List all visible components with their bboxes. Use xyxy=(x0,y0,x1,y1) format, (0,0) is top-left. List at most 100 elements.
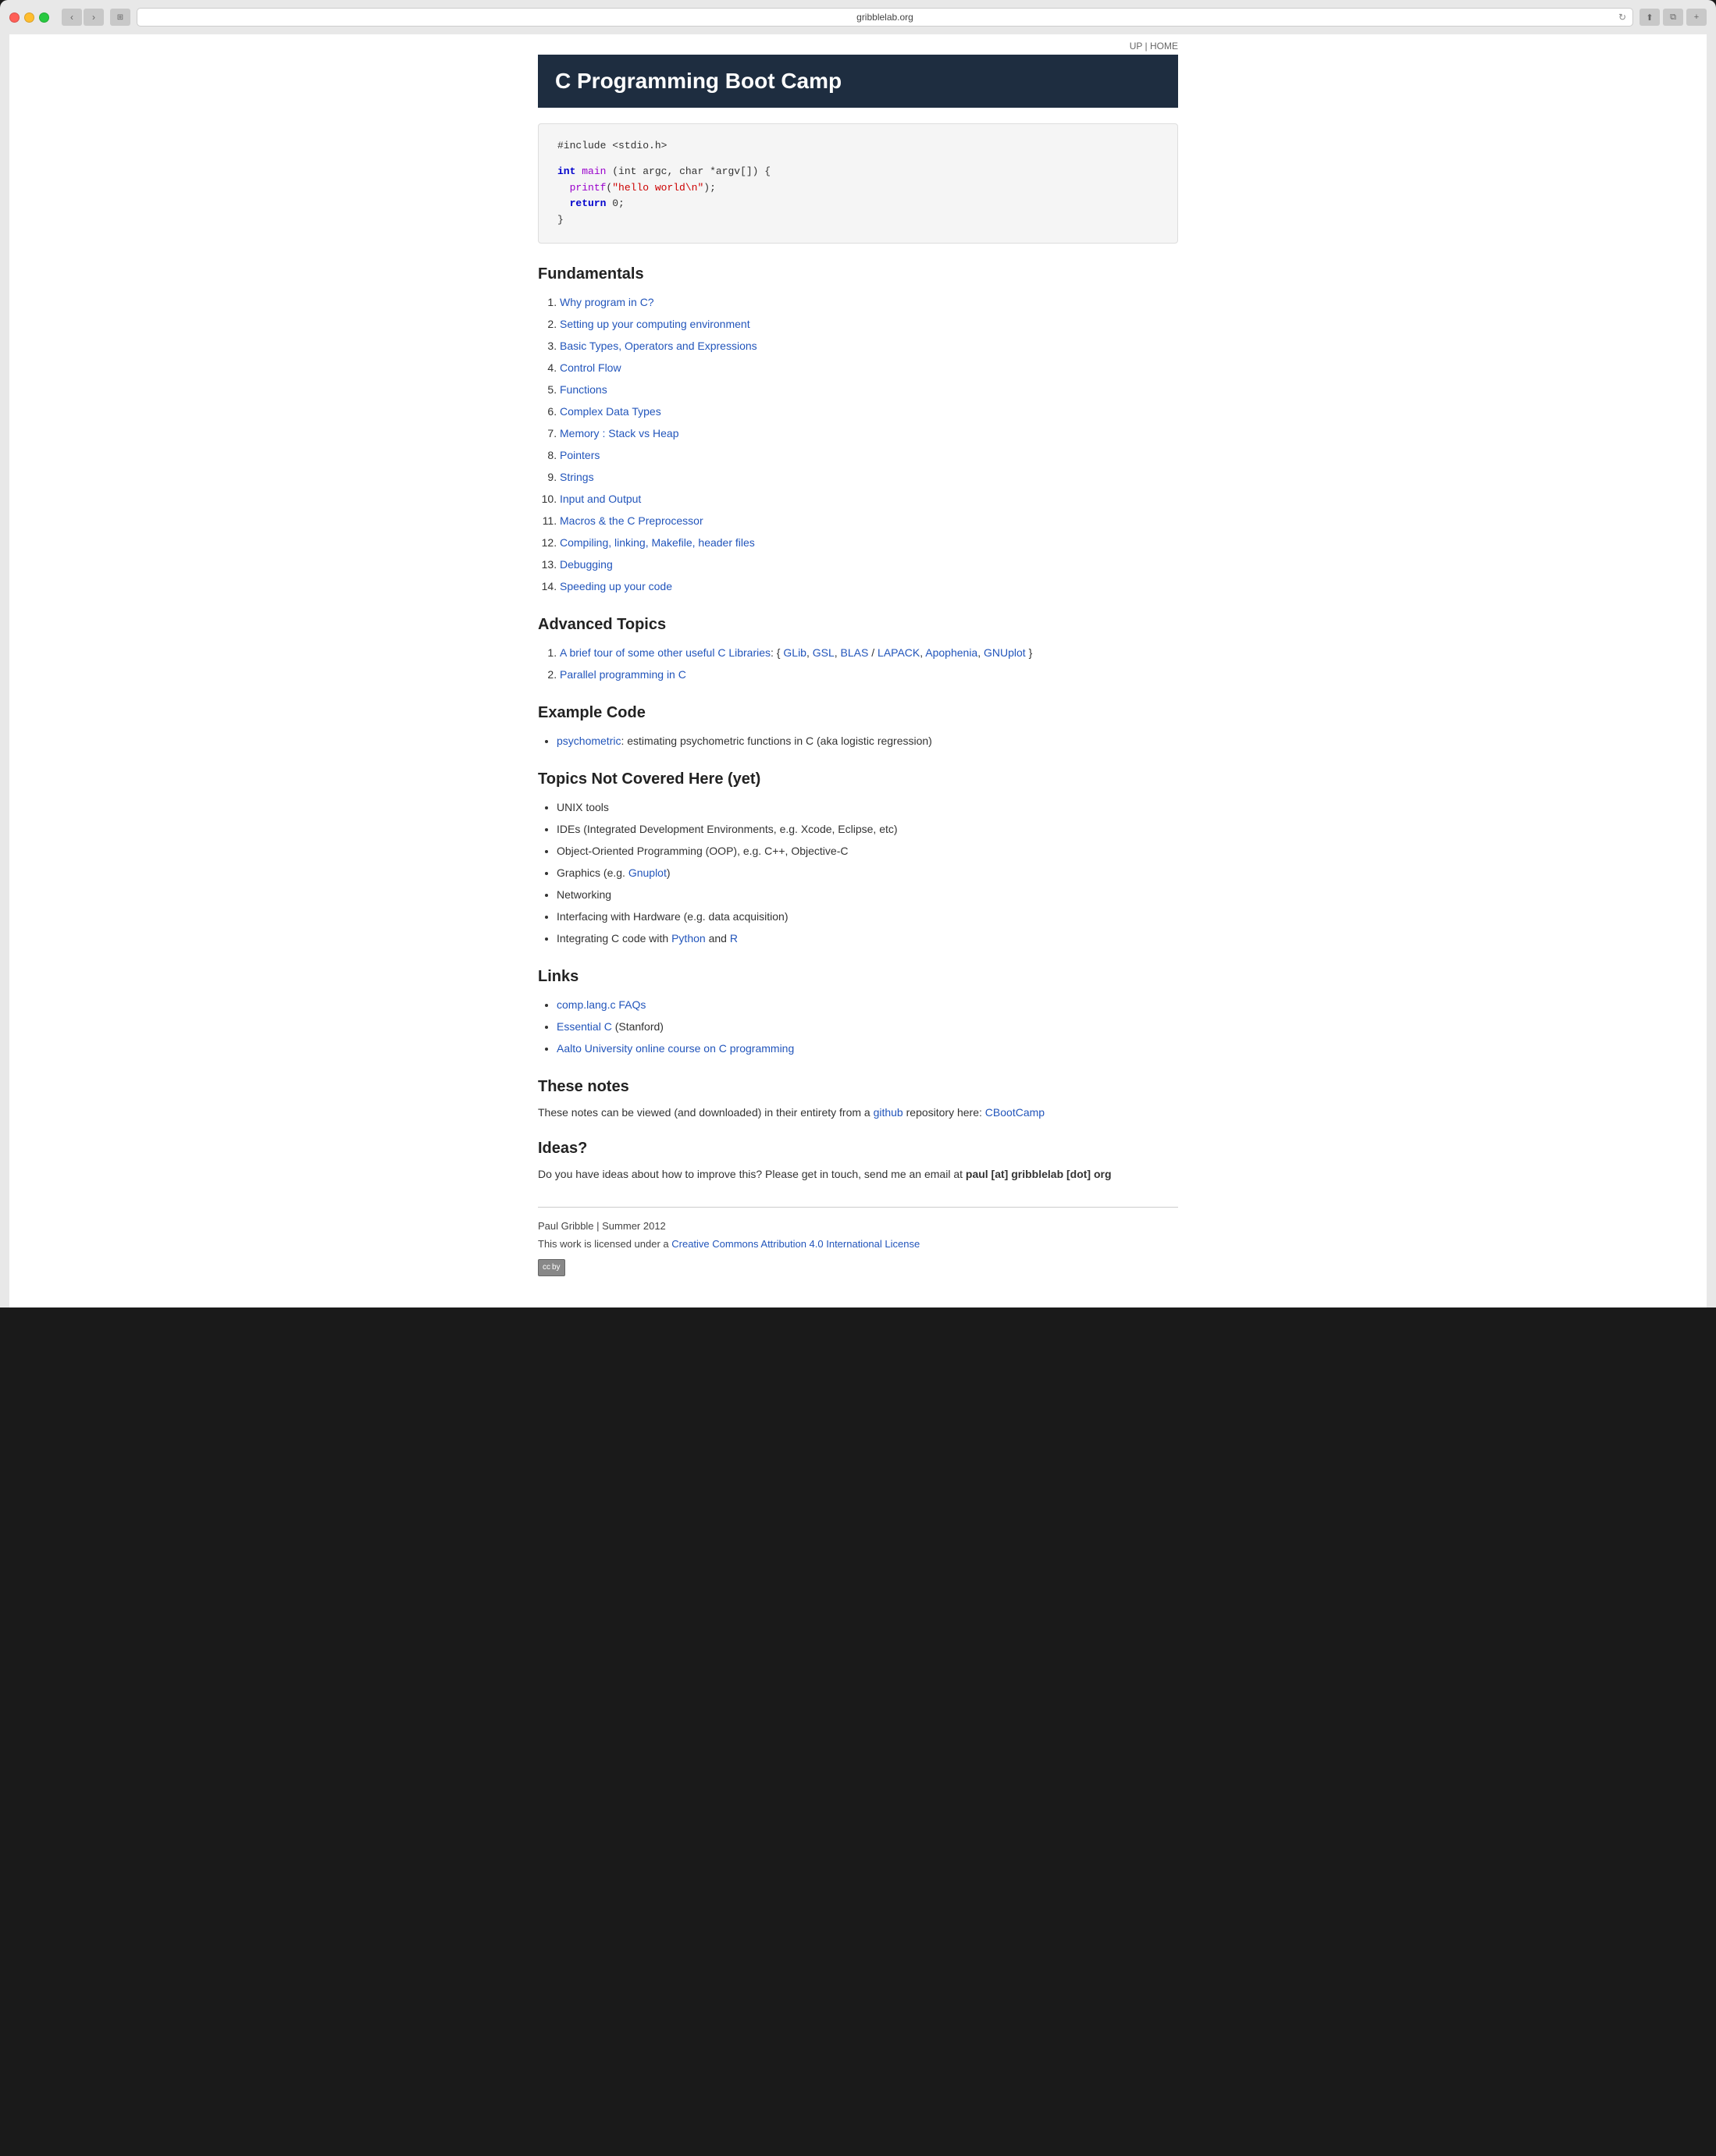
email-bold: paul [at] gribblelab [dot] org xyxy=(966,1168,1112,1180)
fundamentals-link-1[interactable]: Why program in C? xyxy=(560,296,654,308)
footer-divider xyxy=(538,1207,1178,1208)
fundamentals-link-8[interactable]: Pointers xyxy=(560,449,600,461)
fundamentals-link-7[interactable]: Memory : Stack vs Heap xyxy=(560,427,679,439)
these-notes-text: These notes can be viewed (and downloade… xyxy=(538,1104,1178,1121)
list-item: Object-Oriented Programming (OOP), e.g. … xyxy=(557,840,1178,862)
list-item: Strings xyxy=(560,466,1178,488)
list-item: Debugging xyxy=(560,553,1178,575)
author-date: Paul Gribble | Summer 2012 xyxy=(538,1217,1178,1235)
fundamentals-link-4[interactable]: Control Flow xyxy=(560,361,621,374)
list-item: Aalto University online course on C prog… xyxy=(557,1037,1178,1059)
apophenia-link[interactable]: Apophenia xyxy=(925,646,977,659)
browser-content: UP | HOME C Programming Boot Camp #inclu… xyxy=(9,34,1707,1307)
blas-link[interactable]: BLAS xyxy=(841,646,869,659)
list-item: Basic Types, Operators and Expressions xyxy=(560,335,1178,357)
include-statement: #include <stdio.h> xyxy=(557,140,667,151)
license-line: This work is licensed under a Creative C… xyxy=(538,1235,1178,1253)
nav-buttons: ‹ › xyxy=(62,9,104,26)
code-line-4: return 0; xyxy=(557,196,1159,212)
gnuplot-link-1[interactable]: GNUplot xyxy=(984,646,1026,659)
not-covered-list: UNIX tools IDEs (Integrated Development … xyxy=(557,796,1178,949)
traffic-lights xyxy=(9,12,49,23)
fundamentals-link-11[interactable]: Macros & the C Preprocessor xyxy=(560,514,703,527)
cc-badge: cc by xyxy=(538,1259,565,1276)
list-item: Memory : Stack vs Heap xyxy=(560,422,1178,444)
code-printf-func: printf xyxy=(570,182,607,194)
footer: Paul Gribble | Summer 2012 This work is … xyxy=(538,1217,1178,1276)
fundamentals-link-2[interactable]: Setting up your computing environment xyxy=(560,318,750,330)
ideas-text: Do you have ideas about how to improve t… xyxy=(538,1165,1178,1183)
new-tab-button[interactable]: ⧉ xyxy=(1663,9,1683,26)
maximize-button[interactable] xyxy=(39,12,49,23)
fundamentals-link-5[interactable]: Functions xyxy=(560,383,607,396)
cc-label: cc xyxy=(543,1261,550,1275)
code-main-func: main xyxy=(582,165,606,177)
top-nav: UP | HOME xyxy=(538,34,1178,55)
code-line-2: int main (int argc, char *argv[]) { xyxy=(557,164,1159,180)
list-item: Compiling, linking, Makefile, header fil… xyxy=(560,532,1178,553)
list-item: comp.lang.c FAQs xyxy=(557,994,1178,1016)
list-item: Control Flow xyxy=(560,357,1178,379)
sidebar-button[interactable]: ⊞ xyxy=(110,9,130,26)
forward-button[interactable]: › xyxy=(84,9,104,26)
complangc-link[interactable]: comp.lang.c FAQs xyxy=(557,998,646,1011)
essentialc-link[interactable]: Essential C xyxy=(557,1020,612,1033)
not-covered-heading: Topics Not Covered Here (yet) xyxy=(538,770,1178,788)
glib-link[interactable]: GLib xyxy=(783,646,806,659)
nav-home-link[interactable]: HOME xyxy=(1150,41,1178,52)
links-list: comp.lang.c FAQs Essential C (Stanford) … xyxy=(557,994,1178,1059)
code-main-args: (int argc, char *argv[]) { xyxy=(612,165,771,177)
list-item: Networking xyxy=(557,884,1178,905)
page-title: C Programming Boot Camp xyxy=(555,69,1161,94)
url-display: gribblelab.org xyxy=(856,12,913,23)
gsl-link[interactable]: GSL xyxy=(813,646,835,659)
code-return-keyword: return xyxy=(570,197,607,209)
example-code-list: psychometric: estimating psychometric fu… xyxy=(557,730,1178,752)
fundamentals-link-10[interactable]: Input and Output xyxy=(560,493,641,505)
address-bar[interactable]: gribblelab.org ↻ xyxy=(137,8,1633,27)
fundamentals-link-9[interactable]: Strings xyxy=(560,471,594,483)
advanced-link-2[interactable]: Parallel programming in C xyxy=(560,668,686,681)
list-item: Integrating C code with Python and R xyxy=(557,927,1178,949)
advanced-list: A brief tour of some other useful C Libr… xyxy=(560,642,1178,685)
github-link[interactable]: github xyxy=(874,1106,903,1119)
browser-toolbar: ‹ › ⊞ gribblelab.org ↻ ⬆ ⧉ + xyxy=(9,8,1707,34)
these-notes-heading: These notes xyxy=(538,1078,1178,1096)
code-line-1: #include <stdio.h> xyxy=(557,138,1159,155)
list-item: Essential C (Stanford) xyxy=(557,1016,1178,1037)
reload-button[interactable]: ↻ xyxy=(1615,12,1629,23)
nav-up-link[interactable]: UP xyxy=(1130,41,1142,52)
license-link[interactable]: Creative Commons Attribution 4.0 Interna… xyxy=(671,1238,920,1250)
by-label: by xyxy=(552,1261,561,1275)
gnuplot-link-2[interactable]: Gnuplot xyxy=(628,866,667,879)
fundamentals-link-14[interactable]: Speeding up your code xyxy=(560,580,672,592)
browser-actions: ⬆ ⧉ + xyxy=(1639,9,1707,26)
psychometric-desc: : estimating psychometric functions in C… xyxy=(621,735,931,747)
r-link[interactable]: R xyxy=(730,932,738,945)
list-item: Macros & the C Preprocessor xyxy=(560,510,1178,532)
page-header: C Programming Boot Camp xyxy=(538,55,1178,108)
list-item: UNIX tools xyxy=(557,796,1178,818)
psychometric-link[interactable]: psychometric xyxy=(557,735,621,747)
list-item: Interfacing with Hardware (e.g. data acq… xyxy=(557,905,1178,927)
lapack-link[interactable]: LAPACK xyxy=(878,646,920,659)
browser-window: ‹ › ⊞ gribblelab.org ↻ ⬆ ⧉ + UP | HOME C… xyxy=(0,0,1716,1307)
cbootcamp-link[interactable]: CBootCamp xyxy=(985,1106,1045,1119)
fundamentals-link-6[interactable]: Complex Data Types xyxy=(560,405,661,418)
fundamentals-link-3[interactable]: Basic Types, Operators and Expressions xyxy=(560,340,757,352)
fundamentals-link-12[interactable]: Compiling, linking, Makefile, header fil… xyxy=(560,536,755,549)
back-button[interactable]: ‹ xyxy=(62,9,82,26)
python-link[interactable]: Python xyxy=(671,932,706,945)
fundamentals-list: Why program in C? Setting up your comput… xyxy=(560,291,1178,597)
fundamentals-link-13[interactable]: Debugging xyxy=(560,558,613,571)
share-button[interactable]: ⬆ xyxy=(1639,9,1660,26)
advanced-link-1[interactable]: A brief tour of some other useful C Libr… xyxy=(560,646,771,659)
aalto-link[interactable]: Aalto University online course on C prog… xyxy=(557,1042,794,1055)
close-button[interactable] xyxy=(9,12,20,23)
minimize-button[interactable] xyxy=(24,12,34,23)
list-item: Complex Data Types xyxy=(560,400,1178,422)
add-tab-button[interactable]: + xyxy=(1686,9,1707,26)
list-item: Functions xyxy=(560,379,1178,400)
ideas-heading: Ideas? xyxy=(538,1140,1178,1158)
code-line-5: } xyxy=(557,212,1159,229)
